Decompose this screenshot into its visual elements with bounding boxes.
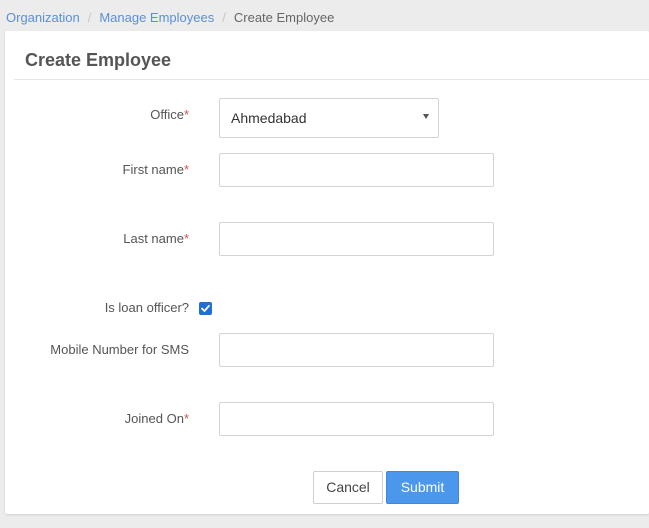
- joined-on-label: Joined On*: [124, 411, 189, 426]
- last-name-input[interactable]: [219, 222, 494, 256]
- breadcrumb-link-manage-employees[interactable]: Manage Employees: [99, 10, 214, 25]
- required-marker: *: [183, 411, 189, 426]
- office-select-value: Ahmedabad: [231, 110, 307, 126]
- first-name-label: First name*: [122, 162, 189, 177]
- office-select[interactable]: Ahmedabad: [219, 98, 439, 138]
- mobile-number-input[interactable]: [219, 333, 494, 367]
- loan-officer-label: Is loan officer?: [104, 300, 189, 315]
- required-marker: *: [183, 231, 189, 246]
- breadcrumb-current: Create Employee: [233, 10, 335, 25]
- last-name-label: Last name*: [123, 231, 189, 246]
- breadcrumb-separator: /: [222, 10, 226, 25]
- cancel-button[interactable]: Cancel: [313, 471, 383, 504]
- mobile-label: Mobile Number for SMS: [50, 342, 189, 357]
- breadcrumb-link-organization[interactable]: Organization: [6, 10, 80, 25]
- first-name-input[interactable]: [219, 153, 494, 187]
- required-marker: *: [183, 162, 189, 177]
- breadcrumb: Organization / Manage Employees / Create Emp…: [6, 10, 334, 26]
- breadcrumb-separator: /: [87, 10, 92, 25]
- office-label: Office*: [150, 107, 189, 122]
- loan-officer-checkbox[interactable]: [199, 302, 212, 315]
- page-title: Create Employee: [25, 50, 172, 70]
- caret-down-icon: [423, 114, 429, 119]
- joined-on-input[interactable]: [219, 402, 494, 436]
- submit-button[interactable]: Submit: [386, 471, 459, 504]
- title-divider: [14, 79, 649, 80]
- required-marker: *: [183, 107, 189, 122]
- create-employee-card: Create Employee Office* Ahmedabad First …: [5, 31, 649, 514]
- checkmark-icon: [201, 304, 210, 312]
